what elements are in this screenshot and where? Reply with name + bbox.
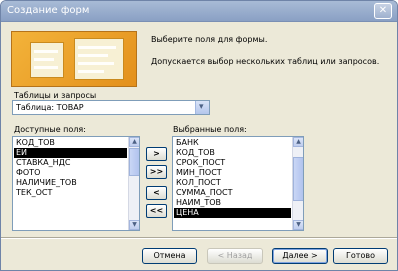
title-bar[interactable]: Создание форм ✕ [1, 1, 397, 22]
arrow-down-icon: ▼ [296, 221, 301, 228]
cancel-button[interactable]: Отмена [142, 248, 197, 264]
wizard-body: Выберите поля для формы. Допускается выб… [1, 23, 397, 270]
next-button[interactable]: Далее > [272, 248, 328, 264]
chevron-down-icon: ▾ [199, 102, 204, 112]
list-item[interactable]: ФОТО [14, 168, 127, 178]
wizard-illustration [11, 31, 137, 87]
back-button[interactable]: < Назад [207, 248, 263, 264]
list-item[interactable]: БАНК [174, 138, 291, 148]
list-item[interactable]: СУММА_ПОСТ [174, 188, 291, 198]
list-item[interactable]: КОД_ТОВ [14, 138, 127, 148]
scroll-up-button[interactable]: ▲ [129, 137, 139, 147]
list-item[interactable]: КОЛ_ПОСТ [174, 178, 291, 188]
list-item[interactable]: МИН_ПОСТ [174, 168, 291, 178]
remove-all-fields-button[interactable]: << [146, 204, 167, 218]
close-icon: ✕ [378, 5, 388, 16]
window-title: Создание форм [7, 5, 90, 16]
finish-button[interactable]: Готово [333, 248, 388, 264]
list-item[interactable]: ЕИ [14, 148, 127, 158]
tables-dropdown-value: Таблица: ТОВАР [16, 103, 84, 112]
list-item[interactable]: СТАВКА_НДС [14, 158, 127, 168]
add-field-button[interactable]: > [146, 147, 167, 161]
available-fields-list[interactable]: КОД_ТОВ ЕИ СТАВКА_НДС ФОТО НАЛИЧИЕ_ТОВ ТЕК_ОС… [12, 136, 140, 231]
scroll-thumb[interactable] [293, 157, 303, 201]
tables-label: Таблицы и запросы [14, 91, 97, 100]
scrollbar[interactable]: ▲ ▼ [292, 137, 303, 230]
list-item[interactable]: КОД_ТОВ [174, 148, 291, 158]
instruction-text: Выберите поля для формы. [151, 35, 268, 44]
selected-fields-label: Выбранные поля: [173, 125, 247, 134]
scroll-down-button[interactable]: ▼ [129, 220, 139, 230]
list-item[interactable]: СРОК_ПОСТ [174, 158, 291, 168]
available-fields-label: Доступные поля: [14, 125, 86, 134]
arrow-down-icon: ▼ [132, 221, 137, 228]
remove-field-button[interactable]: < [146, 186, 167, 200]
selected-fields-list[interactable]: БАНК КОД_ТОВ СРОК_ПОСТ МИН_ПОСТ КОЛ_ПОСТ СУММ… [172, 136, 304, 231]
list-item[interactable]: ЦЕНА [174, 208, 291, 218]
list-item[interactable]: НАЛИЧИЕ_ТОВ [14, 178, 127, 188]
wizard-window: Создание форм ✕ Выберите поля для формы.… [0, 0, 398, 271]
scroll-down-button[interactable]: ▼ [293, 220, 303, 230]
close-button[interactable]: ✕ [374, 3, 392, 19]
tables-dropdown[interactable]: Таблица: ТОВАР ▾ [12, 100, 210, 115]
scroll-up-button[interactable]: ▲ [293, 137, 303, 147]
scroll-thumb[interactable] [129, 148, 139, 176]
arrow-up-icon: ▲ [132, 138, 137, 145]
dropdown-arrow-button[interactable]: ▾ [195, 101, 209, 114]
arrow-up-icon: ▲ [296, 138, 301, 145]
divider [1, 237, 397, 239]
scrollbar[interactable]: ▲ ▼ [128, 137, 139, 230]
instruction-note: Допускается выбор нескольких таблиц или … [151, 57, 380, 66]
add-all-fields-button[interactable]: >> [146, 165, 167, 179]
list-item[interactable]: ТЕК_ОСТ [14, 188, 127, 198]
list-item[interactable]: НАИМ_ТОВ [174, 198, 291, 208]
